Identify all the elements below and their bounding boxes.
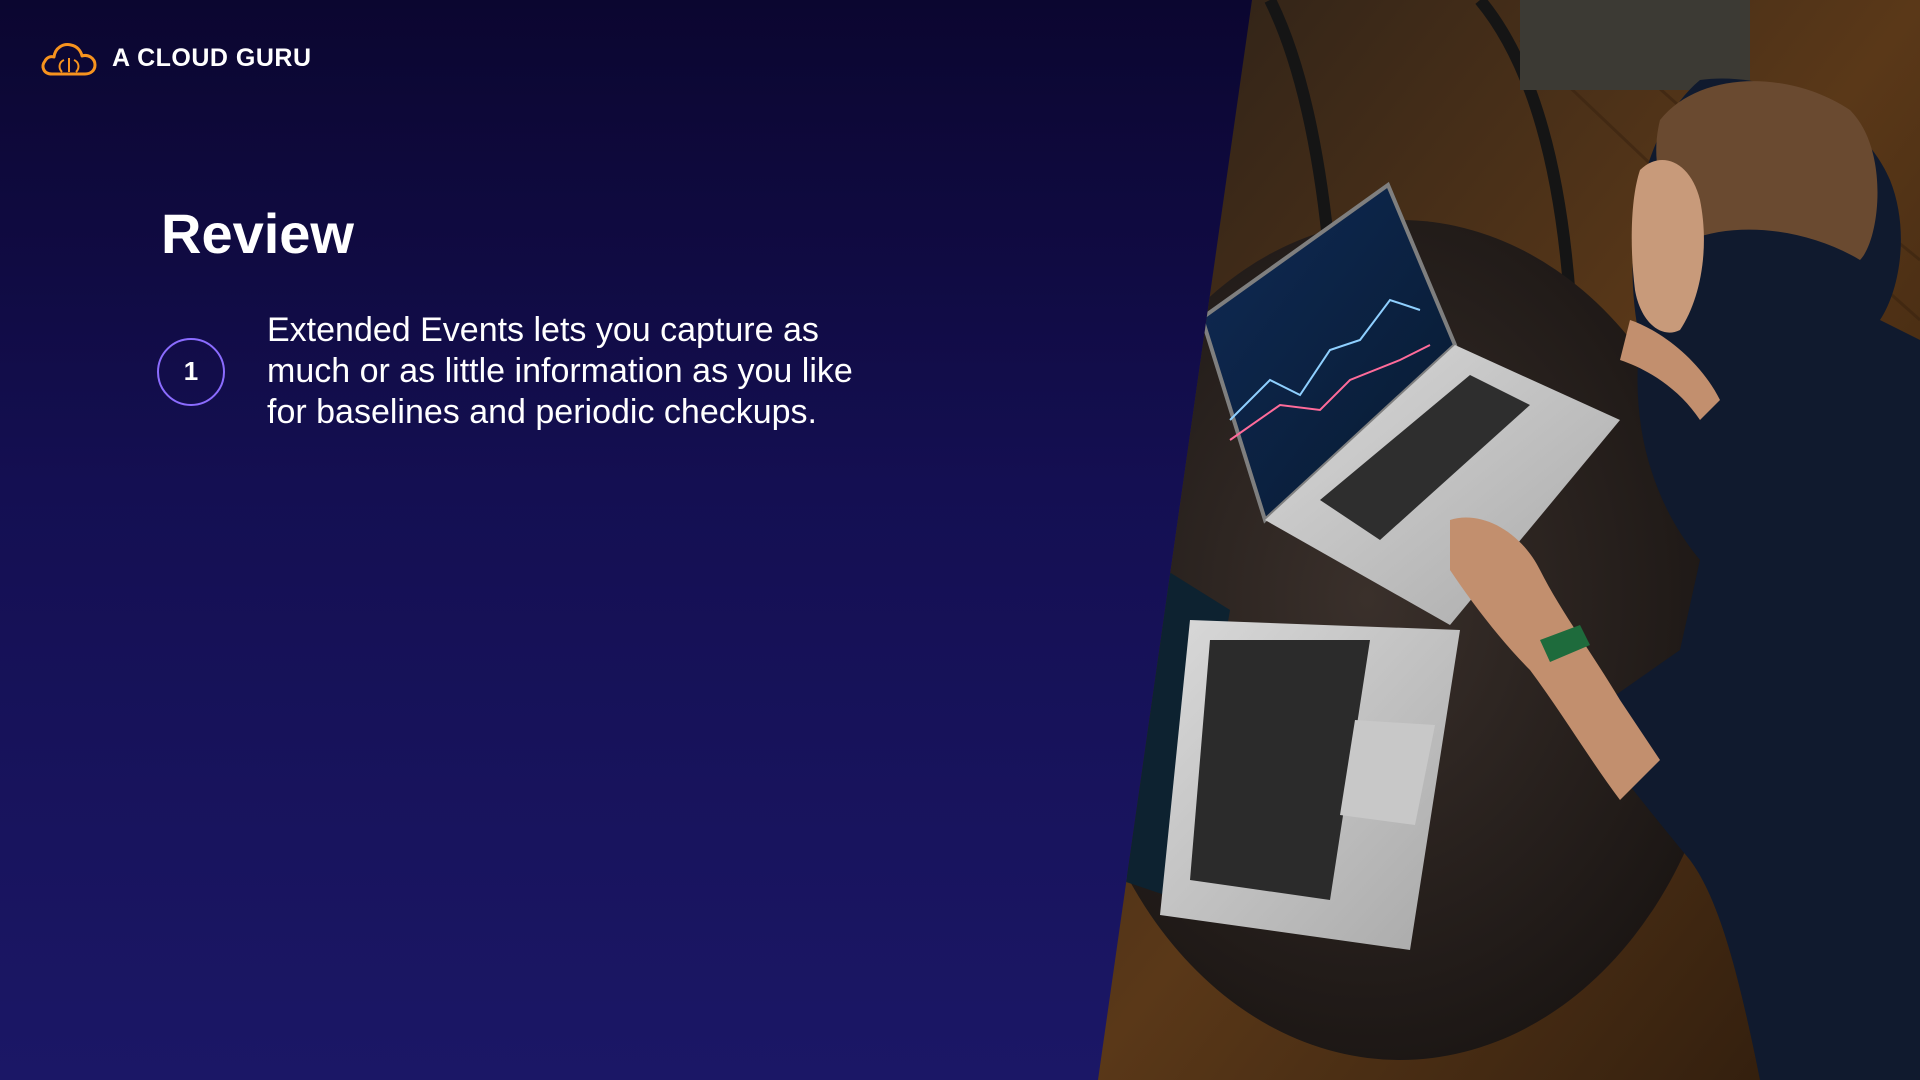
slide: A CLOUD GURU Review 1 Extended Events le… (0, 0, 1920, 1080)
photo-laptops-on-table (1098, 0, 1920, 1080)
